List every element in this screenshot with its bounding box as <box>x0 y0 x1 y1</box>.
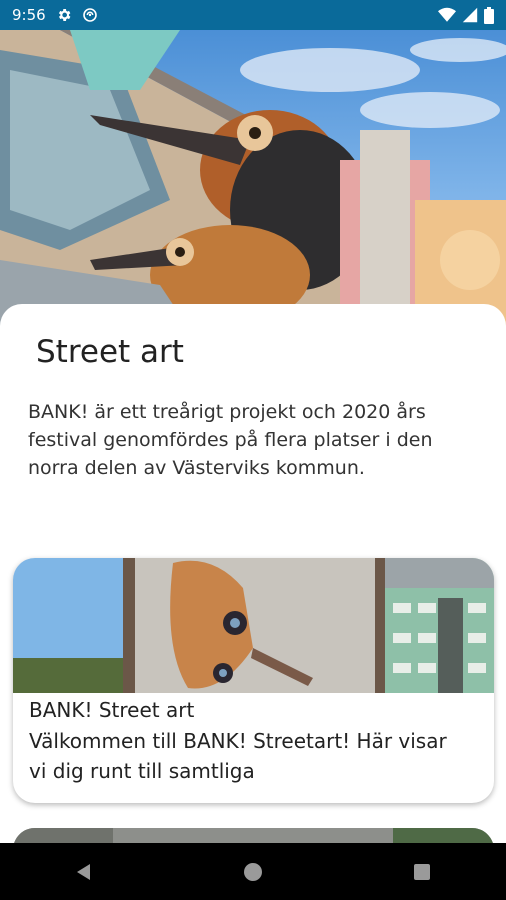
battery-icon <box>484 6 494 24</box>
wifi-icon <box>438 7 456 23</box>
content-sheet: Street art BANK! är ett treårigt projekt… <box>0 304 506 844</box>
page-title: Street art <box>36 334 184 370</box>
street-art-card[interactable]: BANK! Street art Välkommen till BANK! St… <box>13 558 494 803</box>
navigation-bar <box>0 843 506 900</box>
signal-icon <box>462 7 478 23</box>
home-icon[interactable] <box>223 852 283 892</box>
status-time: 9:56 <box>12 6 46 24</box>
street-art-card-2[interactable] <box>13 828 494 844</box>
hero-image <box>0 30 506 330</box>
gear-icon <box>56 7 72 23</box>
recents-icon[interactable] <box>392 852 452 892</box>
card-title: BANK! Street art <box>29 698 195 722</box>
page-description: BANK! är ett treårigt projekt och 2020 å… <box>28 401 433 479</box>
card-description: Välkommen till BANK! Streetart! Här visa… <box>29 729 447 783</box>
back-icon[interactable] <box>54 852 114 892</box>
card-image <box>13 558 494 693</box>
vpn-key-icon <box>82 7 98 23</box>
status-bar: 9:56 <box>0 0 506 30</box>
